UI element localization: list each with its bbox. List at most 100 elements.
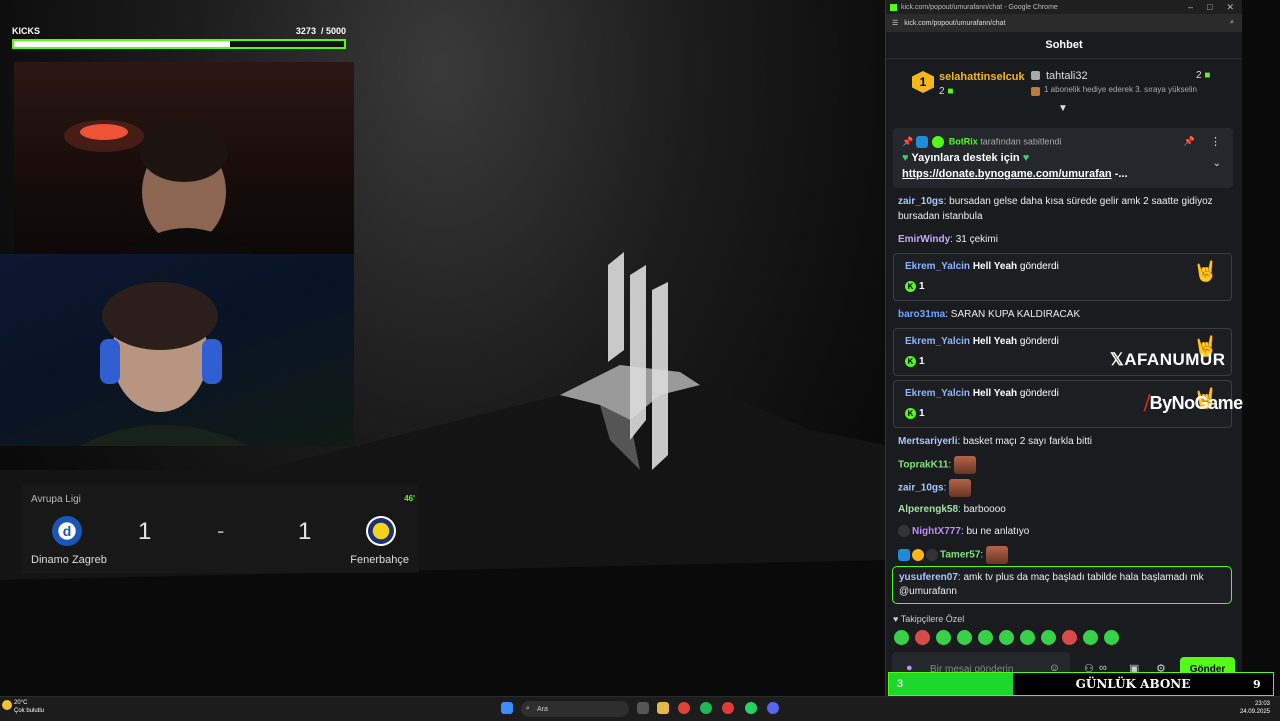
kick-coin-icon: K <box>905 281 916 292</box>
webcam-streamer-1 <box>14 62 354 254</box>
kick-coin-icon: K <box>905 408 916 419</box>
pepe-icon[interactable] <box>894 630 909 645</box>
highlighted-message[interactable]: yusuferen07: amk tv plus da maç başladı … <box>892 566 1232 604</box>
emote-bar[interactable] <box>894 630 1119 645</box>
chat-message[interactable]: zair_10gs: <box>898 479 1228 497</box>
pepe-icon[interactable] <box>1083 630 1098 645</box>
league-name: Avrupa Ligi <box>31 494 81 505</box>
chat-message[interactable]: Mertsariyerli: basket maçı 2 sayı farkla… <box>898 434 1228 449</box>
chat-title: Sohbet <box>886 32 1242 59</box>
kick-coin-icon: K <box>905 356 916 367</box>
chat-message[interactable]: Tamer57: <box>898 546 1228 564</box>
chat-window: kick.com/popout/umurafann/chat - Google … <box>885 0 1242 696</box>
pepe-icon[interactable] <box>1020 630 1035 645</box>
kicks-goal: KICKS 3273 / 5000 <box>12 26 346 49</box>
sub-goal-title: GÜNLÜK ABONE <box>1075 677 1191 691</box>
daily-sub-goal: 3 GÜNLÜK ABONE 9 <box>888 672 1274 696</box>
webcam-streamer-2 <box>0 254 354 446</box>
unpin-icon[interactable]: 📌 <box>1184 136 1195 147</box>
away-score: 1 <box>298 518 312 545</box>
leader-second-user[interactable]: tahtali32 <box>1046 70 1088 82</box>
kicks-progress-bar <box>12 39 346 49</box>
hell-yeah-icon: 🤘 <box>1193 261 1218 283</box>
pinned-link[interactable]: https://donate.bynogame.com/umurafan -..… <box>902 168 1128 180</box>
away-team: Fenerbahçe <box>350 554 409 566</box>
leader-first-user[interactable]: selahattinselcuk <box>939 71 1025 83</box>
followers-only-label: ♥ Takipçilere Özel <box>893 614 965 624</box>
chat-message[interactable]: baro31ma: SARAN KUPA KALDIRACAK <box>898 307 1228 322</box>
rank-3-icon <box>1031 87 1040 96</box>
window-titlebar: kick.com/popout/umurafann/chat - Google … <box>886 0 1242 14</box>
pepe-icon[interactable] <box>999 630 1014 645</box>
face-emote-icon <box>953 456 976 474</box>
pinned-header: 📌 BotRix tarafından sabitlendi <box>902 136 1062 148</box>
chrome-icon[interactable] <box>678 702 690 714</box>
discord-icon[interactable] <box>767 702 779 714</box>
app-icon[interactable] <box>722 702 734 714</box>
leader-second-count: 2 ■ <box>1196 70 1211 81</box>
rank-2-icon <box>1031 71 1040 80</box>
gift-message[interactable]: Ekrem_Yalcin Hell Yeah gönderdi K1 🤘 <box>893 253 1232 301</box>
file-explorer-icon[interactable] <box>657 702 669 714</box>
home-score: 1 <box>138 518 152 545</box>
expand-pinned-icon[interactable]: ⌄ <box>1213 158 1221 169</box>
leader-hint: 1 abonelik hediye ederek 3. sıraya yükse… <box>1044 85 1197 94</box>
chat-message[interactable]: Alperengk58: barboooo <box>898 502 1228 517</box>
sub-badge-icon <box>898 525 910 538</box>
zoom-icon[interactable]: ⌕ <box>1230 19 1242 27</box>
task-view-icon[interactable] <box>637 702 649 714</box>
verified-badge-icon <box>932 136 945 148</box>
rank-badge-icon: 1 <box>912 71 934 93</box>
pin-icon: 📌 <box>902 136 914 147</box>
score-separator: - <box>217 518 225 543</box>
sub-goal-target: 9 <box>1253 677 1261 691</box>
sub-badge-icon <box>926 549 938 561</box>
pepe-icon[interactable] <box>957 630 972 645</box>
close-button[interactable]: ✕ <box>1226 2 1234 13</box>
pepe-icon[interactable] <box>1104 630 1119 645</box>
spotify-icon[interactable] <box>700 702 712 714</box>
more-options-icon[interactable]: ⋮ <box>1210 135 1221 148</box>
pepe-icon[interactable] <box>978 630 993 645</box>
url-text[interactable]: kick.com/popout/umurafann/chat <box>904 20 1005 27</box>
gift-leaderboard[interactable]: 1 selahattinselcuk 2 ■ tahtali32 2 ■ 1 a… <box>886 59 1242 114</box>
bot-badge-icon <box>898 549 910 561</box>
search-icon: ⌕ <box>526 705 530 712</box>
whatsapp-icon[interactable] <box>745 702 757 714</box>
chat-message[interactable]: zair_10gs: bursadan gelse daha kısa süre… <box>898 194 1228 224</box>
maximize-button[interactable]: □ <box>1207 2 1212 13</box>
expand-leaderboard-icon[interactable]: ▼ <box>1058 103 1068 114</box>
leader-first-count: 2 ■ <box>939 86 954 97</box>
window-title: kick.com/popout/umurafann/chat - Google … <box>901 3 1058 11</box>
sponsor-overlay: ⧸ByNoGame <box>1144 393 1243 413</box>
heart-icon: ♥ <box>893 614 899 624</box>
face-emote-icon <box>949 479 972 497</box>
minimize-button[interactable]: – <box>1188 2 1193 13</box>
match-minute: 46' <box>404 494 415 503</box>
site-settings-icon[interactable]: ☰ <box>892 19 898 27</box>
bot-badge-icon <box>915 136 928 148</box>
fenerbahce-crest-icon <box>366 516 396 546</box>
scoreboard: Avrupa Ligi 46' d 1 - 1 Dinamo Zagreb Fe… <box>21 484 419 573</box>
address-bar[interactable]: ☰ kick.com/popout/umurafann/chat ⌕ <box>886 14 1242 32</box>
chat-message[interactable]: EmirWindy: 31 çekimi <box>898 232 1228 247</box>
x-handle-overlay: 𝕏AFANUMUR <box>1110 350 1226 369</box>
chat-message[interactable]: ToprakK11: <box>898 456 1228 474</box>
kick-logo-icon <box>890 3 897 11</box>
taskbar-search[interactable]: ⌕ Ara <box>521 701 629 717</box>
taskbar-clock[interactable]: 23:03 24.09.2025 <box>1240 700 1270 716</box>
windows-start-icon[interactable] <box>501 702 513 714</box>
pinned-text: ♥ Yayınlara destek için ♥ <box>902 152 1030 164</box>
weather-widget[interactable]: 20°C Çok bulutlu <box>2 699 44 715</box>
x-logo-icon: 𝕏 <box>1110 350 1125 369</box>
chat-message[interactable]: NightX777: bu ne anlatıyo <box>898 524 1228 539</box>
green-heart-icon: ♥ <box>1022 152 1030 164</box>
pinned-message[interactable]: 📌 BotRix tarafından sabitlendi 📌 ⋮ ⌄ ♥ Y… <box>893 128 1233 188</box>
pepe-icon[interactable] <box>936 630 951 645</box>
pepe-icon[interactable] <box>915 630 930 645</box>
pepe-icon[interactable] <box>1041 630 1056 645</box>
green-heart-icon: ♥ <box>902 152 909 164</box>
pepe-icon[interactable] <box>1062 630 1077 645</box>
weather-icon <box>2 700 12 710</box>
kicks-count: 3273 / 5000 <box>295 26 346 36</box>
